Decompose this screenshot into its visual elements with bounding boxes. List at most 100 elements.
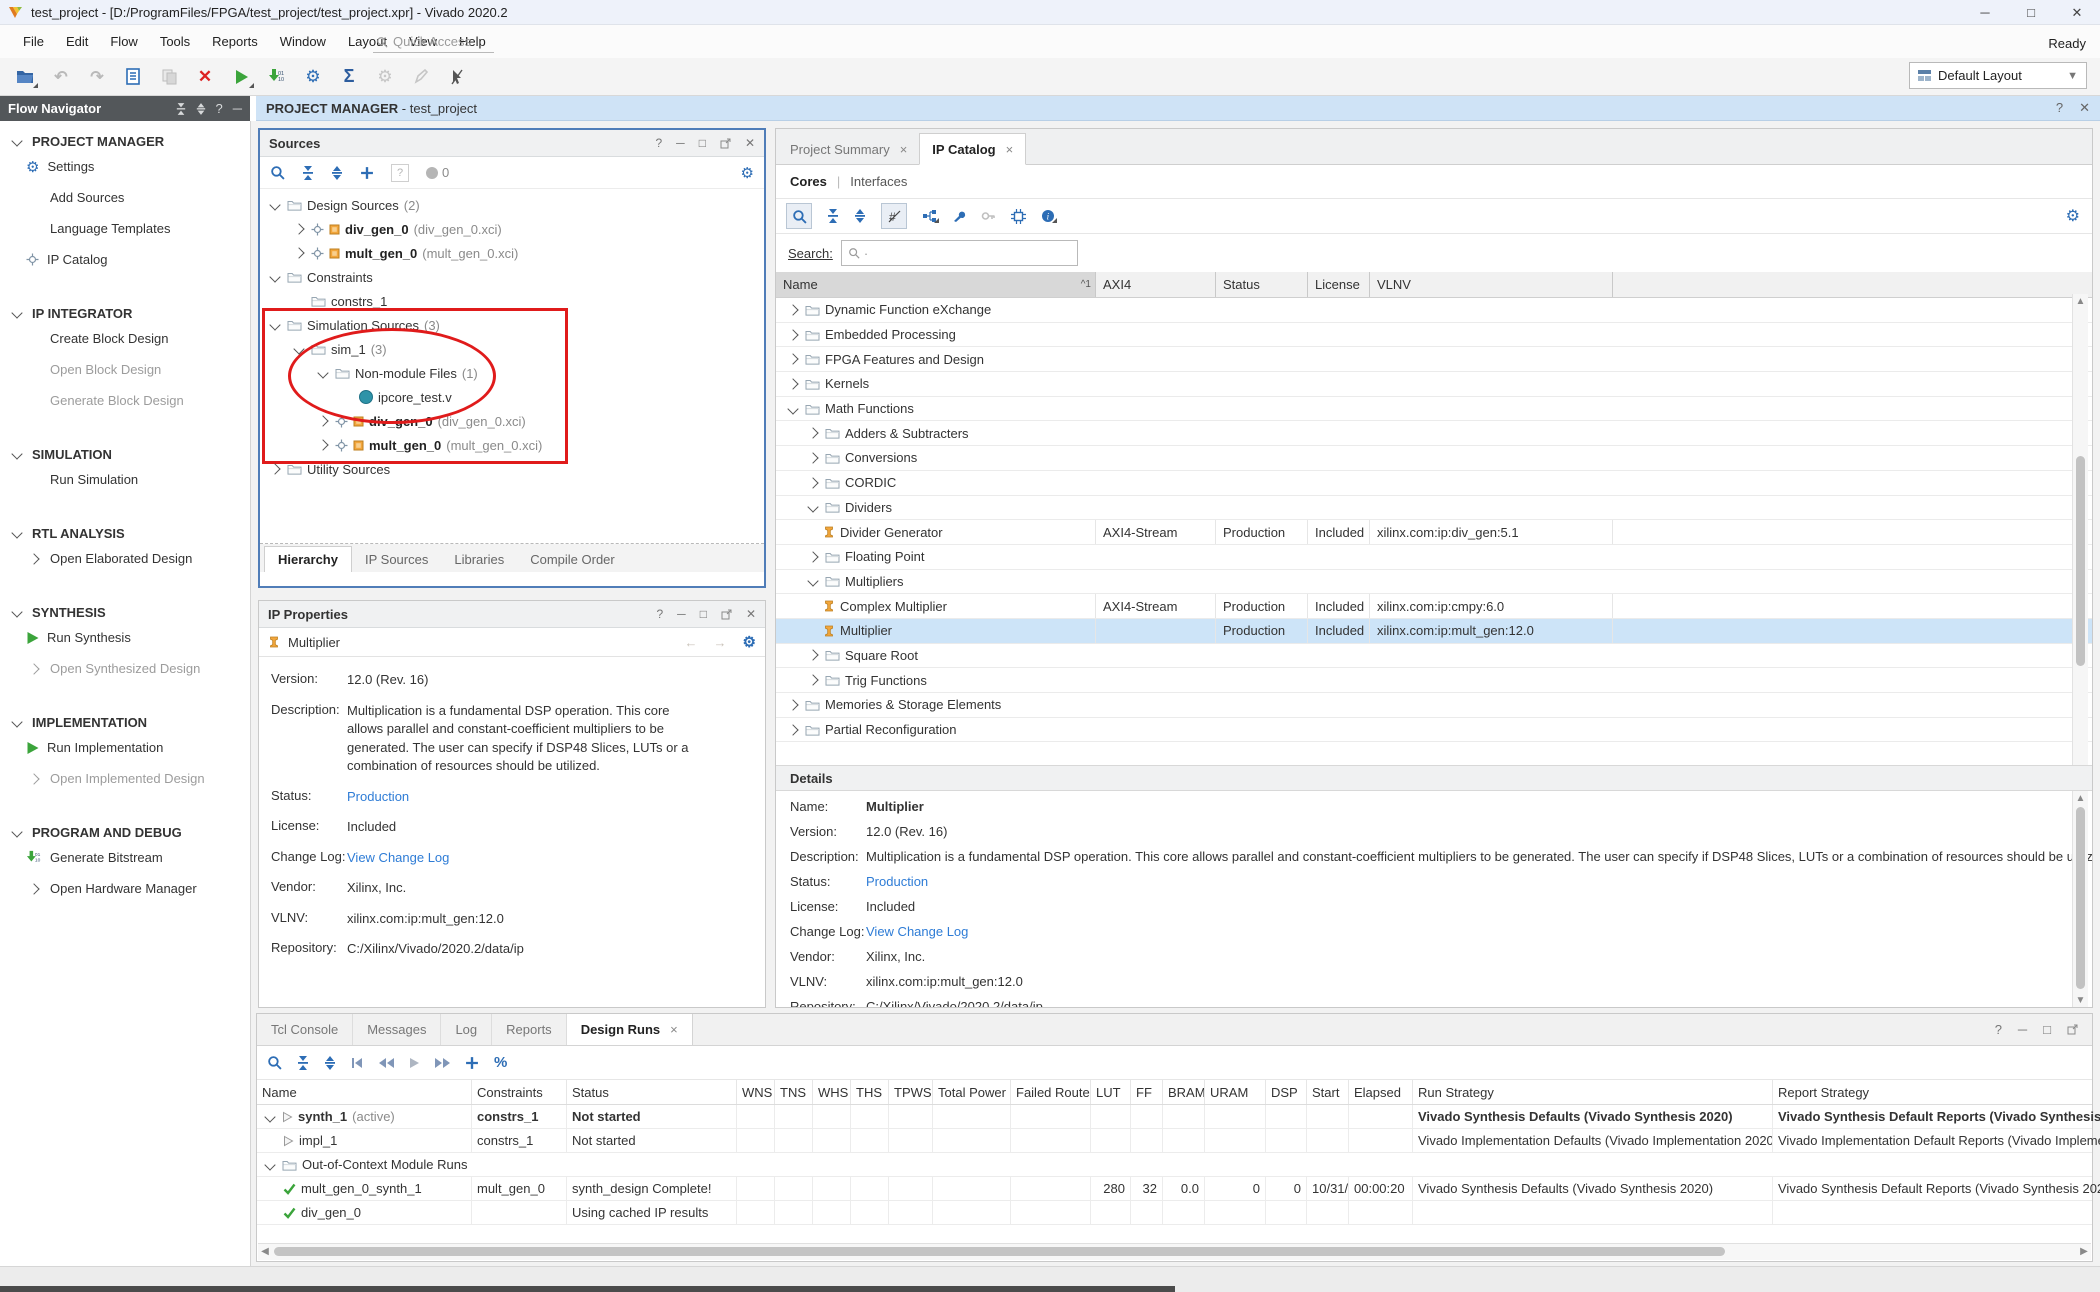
sidebar-item-generate-block-design[interactable]: Generate Block Design bbox=[0, 385, 250, 416]
expander-open-icon[interactable] bbox=[292, 345, 306, 353]
sidebar-item-open-hardware-manager[interactable]: Open Hardware Manager bbox=[0, 873, 250, 904]
expander-open-icon[interactable] bbox=[263, 1161, 277, 1169]
column-header-axi4[interactable]: AXI4 bbox=[1096, 272, 1216, 297]
expander-closed-icon[interactable] bbox=[806, 553, 820, 561]
expander-closed-icon[interactable] bbox=[806, 479, 820, 487]
close-tab-icon[interactable]: × bbox=[1006, 142, 1014, 157]
catalog-row[interactable]: Divider GeneratorAXI4-StreamProductionIn… bbox=[776, 520, 2092, 545]
open-project-button[interactable] bbox=[14, 66, 36, 88]
catalog-row[interactable]: Multipliers bbox=[776, 570, 2092, 595]
column-header-uram[interactable]: URAM bbox=[1205, 1080, 1266, 1104]
expander-open-icon[interactable] bbox=[268, 321, 282, 329]
column-header-total-power[interactable]: Total Power bbox=[933, 1080, 1011, 1104]
info-icon[interactable]: i bbox=[1041, 209, 1055, 223]
expander-open-icon[interactable] bbox=[10, 608, 24, 616]
column-header-tpws[interactable]: TPWS bbox=[889, 1080, 933, 1104]
tree-row[interactable]: sim_1 (3) bbox=[260, 337, 764, 361]
scroll-up-icon[interactable]: ▲ bbox=[2073, 294, 2088, 308]
tree-row[interactable]: div_gen_0 (div_gen_0.xci) bbox=[260, 217, 764, 241]
column-header-bram[interactable]: BRAM bbox=[1163, 1080, 1205, 1104]
catalog-row[interactable]: Embedded Processing bbox=[776, 323, 2092, 348]
step-back-icon[interactable] bbox=[379, 1057, 394, 1069]
minimize-icon[interactable]: ─ bbox=[233, 101, 242, 116]
maximize-icon[interactable]: □ bbox=[2043, 1022, 2051, 1037]
minimize-icon[interactable]: ─ bbox=[676, 136, 685, 150]
license-key-icon[interactable] bbox=[981, 209, 996, 223]
collapse-all-icon[interactable] bbox=[827, 209, 839, 223]
sidebar-item-generate-bitstream[interactable]: 0110Generate Bitstream bbox=[0, 842, 250, 873]
add-repository-icon[interactable] bbox=[922, 209, 937, 223]
expander-open-icon[interactable] bbox=[316, 369, 330, 377]
help-icon[interactable]: ? bbox=[655, 136, 662, 150]
column-header-report-strategy[interactable]: Report Strategy bbox=[1773, 1080, 2100, 1104]
close-icon[interactable]: ✕ bbox=[746, 607, 756, 621]
search-icon[interactable] bbox=[270, 165, 285, 180]
catalog-vertical-scrollbar[interactable]: ▲ ▼ bbox=[2072, 294, 2088, 776]
search-icon[interactable] bbox=[786, 203, 812, 229]
menu-flow[interactable]: Flow bbox=[99, 30, 148, 53]
tree-row[interactable]: Design Sources (2) bbox=[260, 193, 764, 217]
catalog-row[interactable]: Trig Functions bbox=[776, 668, 2092, 693]
help-icon[interactable]: ? bbox=[1995, 1022, 2002, 1037]
scroll-left-icon[interactable]: ◀ bbox=[258, 1244, 272, 1259]
generate-bitstream-toolbar-button[interactable]: 0110 bbox=[266, 66, 288, 88]
column-header-name[interactable]: Name^1 bbox=[776, 272, 1096, 297]
expander-closed-icon[interactable] bbox=[292, 249, 306, 257]
undo-button[interactable]: ↶ bbox=[50, 66, 72, 88]
catalog-row[interactable]: MultiplierProductionIncludedxilinx.com:i… bbox=[776, 619, 2092, 644]
menu-window[interactable]: Window bbox=[269, 30, 337, 53]
flow-section-header[interactable]: SYNTHESIS bbox=[0, 602, 250, 622]
column-header-name[interactable]: Name bbox=[257, 1080, 472, 1104]
collapse-all-icon[interactable] bbox=[302, 166, 314, 180]
menu-reports[interactable]: Reports bbox=[201, 30, 269, 53]
sidebar-item-open-implemented-design[interactable]: Open Implemented Design bbox=[0, 763, 250, 794]
create-run-icon[interactable] bbox=[465, 1056, 479, 1070]
view-cores[interactable]: Cores bbox=[790, 174, 827, 189]
expander-closed-icon[interactable] bbox=[806, 676, 820, 684]
search-icon[interactable] bbox=[267, 1055, 282, 1070]
window-minimize-button[interactable]: ─ bbox=[1962, 0, 2008, 25]
details-link[interactable]: View Change Log bbox=[866, 924, 968, 939]
settings-gear-icon[interactable]: ⚙ bbox=[743, 633, 756, 651]
report-document-button[interactable] bbox=[122, 66, 144, 88]
flow-section-header[interactable]: PROJECT MANAGER bbox=[0, 131, 250, 151]
tree-row[interactable]: div_gen_0 (div_gen_0.xci) bbox=[260, 409, 764, 433]
window-maximize-button[interactable]: □ bbox=[2008, 0, 2054, 25]
scrollbar-thumb[interactable] bbox=[274, 1247, 1725, 1256]
sidebar-item-run-simulation[interactable]: Run Simulation bbox=[0, 464, 250, 495]
tab-log[interactable]: Log bbox=[441, 1014, 492, 1045]
pointer-mode-button[interactable] bbox=[446, 66, 468, 88]
close-tab-icon[interactable]: × bbox=[670, 1022, 678, 1037]
details-link[interactable]: Production bbox=[866, 874, 928, 889]
sidebar-item-open-synthesized-design[interactable]: Open Synthesized Design bbox=[0, 653, 250, 684]
expand-all-icon[interactable] bbox=[331, 166, 343, 180]
settings-gear-icon[interactable]: ⚙ bbox=[741, 164, 754, 182]
catalog-row[interactable]: Floating Point bbox=[776, 545, 2092, 570]
forward-arrow-icon[interactable]: → bbox=[714, 635, 727, 650]
sidebar-item-settings[interactable]: ⚙Settings bbox=[0, 151, 250, 182]
customize-wrench-icon[interactable] bbox=[952, 209, 966, 223]
run-row[interactable]: impl_1constrs_1Not startedVivado Impleme… bbox=[257, 1129, 2092, 1153]
expand-all-icon[interactable] bbox=[324, 1056, 336, 1070]
expander-closed-icon[interactable] bbox=[786, 726, 800, 734]
expander-open-icon[interactable] bbox=[10, 309, 24, 317]
expander-closed-icon[interactable] bbox=[786, 306, 800, 314]
catalog-search-input[interactable]: · bbox=[841, 240, 1078, 266]
expander-closed-icon[interactable] bbox=[806, 454, 820, 462]
copy-button[interactable] bbox=[158, 66, 180, 88]
expander-closed-icon[interactable] bbox=[786, 380, 800, 388]
sidebar-item-language-templates[interactable]: Language Templates bbox=[0, 213, 250, 244]
tab-ip-catalog[interactable]: IP Catalog× bbox=[919, 133, 1026, 165]
expander-open-icon[interactable] bbox=[263, 1113, 277, 1121]
column-header-constraints[interactable]: Constraints bbox=[472, 1080, 567, 1104]
expander-open-icon[interactable] bbox=[268, 201, 282, 209]
tree-row[interactable]: ipcore_test.v bbox=[260, 385, 764, 409]
expander-open-icon[interactable] bbox=[10, 828, 24, 836]
flow-section-header[interactable]: PROGRAM AND DEBUG bbox=[0, 822, 250, 842]
expander-closed-icon[interactable] bbox=[316, 441, 330, 449]
collapse-all-icon[interactable] bbox=[297, 1056, 309, 1070]
float-icon[interactable] bbox=[2067, 1024, 2078, 1035]
expander-open-icon[interactable] bbox=[786, 405, 800, 413]
group-by-category-icon[interactable]: # bbox=[881, 203, 907, 229]
tree-row[interactable]: Non-module Files (1) bbox=[260, 361, 764, 385]
